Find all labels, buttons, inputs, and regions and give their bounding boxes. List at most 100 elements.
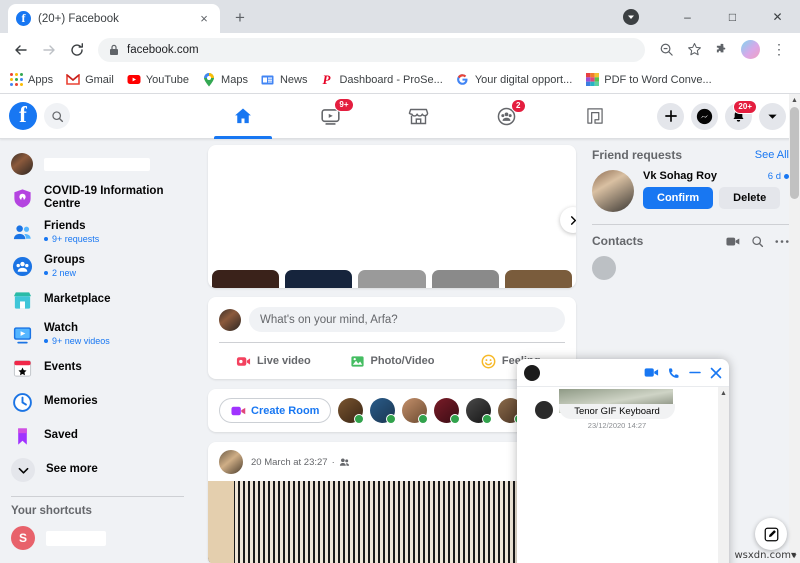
post-timestamp[interactable]: 20 March at 23:27 xyxy=(251,457,328,468)
story-item[interactable] xyxy=(431,270,499,288)
room-avatar[interactable] xyxy=(402,398,429,424)
see-all-link[interactable]: See All xyxy=(755,149,789,161)
facebook-main-nav: 9+ 2 xyxy=(180,94,657,139)
room-avatar[interactable] xyxy=(370,398,397,424)
bookmark-label: Apps xyxy=(28,73,54,86)
chrome-menu-icon[interactable]: ⋮ xyxy=(766,37,792,63)
minimize-icon[interactable] xyxy=(689,371,701,374)
page-scrollbar[interactable]: ▲ ▼ xyxy=(789,94,800,563)
story-item[interactable] xyxy=(285,270,353,288)
story-item[interactable] xyxy=(358,270,426,288)
composer-action-label: Photo/Video xyxy=(370,355,435,367)
notifications-button[interactable]: 20+ xyxy=(725,99,757,130)
sidebar-item-groups[interactable]: Groups 2 new xyxy=(8,249,194,283)
live-video-button[interactable]: Live video xyxy=(214,348,333,374)
close-icon[interactable] xyxy=(710,367,722,379)
account-menu-button[interactable] xyxy=(759,102,786,130)
puzzle-icon[interactable] xyxy=(709,37,735,63)
sidebar-item-marketplace[interactable]: Marketplace xyxy=(8,283,194,317)
sidebar-item-memories[interactable]: Memories xyxy=(8,385,194,419)
room-avatar[interactable] xyxy=(338,398,365,424)
voice-call-icon[interactable] xyxy=(668,367,680,379)
scroll-up-icon[interactable]: ▲ xyxy=(718,387,729,400)
story-item[interactable] xyxy=(212,270,280,288)
stories-next-button[interactable] xyxy=(560,207,576,233)
scrollbar-thumb[interactable] xyxy=(790,107,799,199)
contact-avatar[interactable] xyxy=(592,256,616,280)
sidebar-item-watch[interactable]: Watch 9+ new videos xyxy=(8,317,194,351)
friend-request-name[interactable]: Vk Sohag Roy xyxy=(643,170,717,182)
photo-video-button[interactable]: Photo/Video xyxy=(333,348,452,374)
gif-attachment-label: Tenor GIF Keyboard xyxy=(559,404,675,419)
delete-button[interactable]: Delete xyxy=(719,187,781,209)
profile-chip-icon[interactable] xyxy=(623,8,639,25)
bookmark-dashboard[interactable]: P Dashboard - ProSe... xyxy=(320,73,442,87)
story-item[interactable] xyxy=(504,270,573,288)
news-icon xyxy=(261,73,275,87)
avatar[interactable] xyxy=(524,364,540,381)
bookmark-youtube[interactable]: YouTube xyxy=(127,73,189,87)
shortcut-item[interactable]: S xyxy=(8,524,194,552)
chat-scrollbar[interactable]: ▲ ▼ xyxy=(718,387,729,563)
video-room-icon[interactable] xyxy=(726,236,740,247)
compose-message-button[interactable] xyxy=(755,518,787,550)
bookmark-gmail[interactable]: Gmail xyxy=(66,73,114,87)
star-icon[interactable] xyxy=(681,37,707,63)
lock-icon xyxy=(109,44,119,56)
avatar[interactable] xyxy=(741,40,760,59)
memories-clock-icon xyxy=(11,391,33,413)
reload-icon[interactable] xyxy=(64,37,90,63)
create-room-button[interactable]: Create Room xyxy=(219,398,332,423)
bookmark-maps[interactable]: Maps xyxy=(202,72,248,87)
composer-input[interactable]: What's on your mind, Arfa? xyxy=(249,307,565,332)
create-button[interactable] xyxy=(657,102,684,130)
minimize-button[interactable]: – xyxy=(665,0,710,33)
watermark-text: wsxdn.com xyxy=(734,550,791,561)
messenger-button[interactable] xyxy=(691,102,718,130)
sidebar-item-covid[interactable]: COVID-19 Information Centre xyxy=(8,181,194,215)
video-call-icon[interactable] xyxy=(644,367,659,378)
nav-gaming[interactable] xyxy=(562,94,628,139)
address-bar[interactable]: facebook.com xyxy=(98,37,645,62)
back-icon[interactable] xyxy=(8,37,34,63)
bookmarks-bar: Apps Gmail YouTube Maps News P Dashboard… xyxy=(0,66,800,94)
nav-groups[interactable]: 2 xyxy=(474,94,540,139)
nav-marketplace[interactable] xyxy=(386,94,452,139)
zoom-out-icon[interactable] xyxy=(653,37,679,63)
search-icon[interactable] xyxy=(44,103,70,129)
close-button[interactable]: ✕ xyxy=(755,0,800,33)
browser-toolbar: facebook.com ⋮ xyxy=(0,33,800,66)
sidebar-item-saved[interactable]: Saved xyxy=(8,419,194,453)
close-icon[interactable]: × xyxy=(196,11,212,27)
sidebar-item-label: Groups xyxy=(44,253,85,266)
confirm-button[interactable]: Confirm xyxy=(643,187,714,209)
sidebar-item-see-more[interactable]: See more xyxy=(8,453,194,487)
nav-home[interactable] xyxy=(210,94,276,139)
nav-watch[interactable]: 9+ xyxy=(298,94,364,139)
forward-icon[interactable] xyxy=(36,37,62,63)
sidebar-item-profile[interactable] xyxy=(8,147,194,181)
bookmark-news[interactable]: News xyxy=(261,73,307,87)
chat-message-list[interactable]: Tenor GIF Keyboard 23/12/2020 14:27 You … xyxy=(517,387,729,563)
facebook-logo-icon[interactable]: f xyxy=(9,102,37,130)
sidebar-item-events[interactable]: Events xyxy=(8,351,194,385)
tab-title: (20+) Facebook xyxy=(38,12,119,25)
room-avatar[interactable] xyxy=(434,398,461,424)
more-dots-icon[interactable] xyxy=(775,239,789,244)
sidebar-item-friends[interactable]: Friends 9+ requests xyxy=(8,215,194,249)
avatar[interactable] xyxy=(219,450,243,474)
bookmark-apps[interactable]: Apps xyxy=(9,73,53,87)
new-tab-button[interactable]: + xyxy=(226,4,254,32)
scroll-up-icon[interactable]: ▲ xyxy=(789,94,800,107)
bookmark-your-digital-opportunity[interactable]: Your digital opport... xyxy=(456,73,572,87)
contacts-actions xyxy=(726,235,789,248)
watermark-caret: ▾ xyxy=(790,550,796,561)
avatar[interactable] xyxy=(592,170,634,212)
search-icon[interactable] xyxy=(751,235,764,248)
bookmark-label: Gmail xyxy=(85,73,114,86)
browser-tab-facebook[interactable]: f (20+) Facebook × xyxy=(8,4,220,33)
room-avatar[interactable] xyxy=(466,398,493,424)
live-video-icon xyxy=(236,354,251,369)
bookmark-pdf-to-word[interactable]: PDF to Word Conve... xyxy=(585,73,712,87)
maximize-button[interactable]: □ xyxy=(710,0,755,33)
